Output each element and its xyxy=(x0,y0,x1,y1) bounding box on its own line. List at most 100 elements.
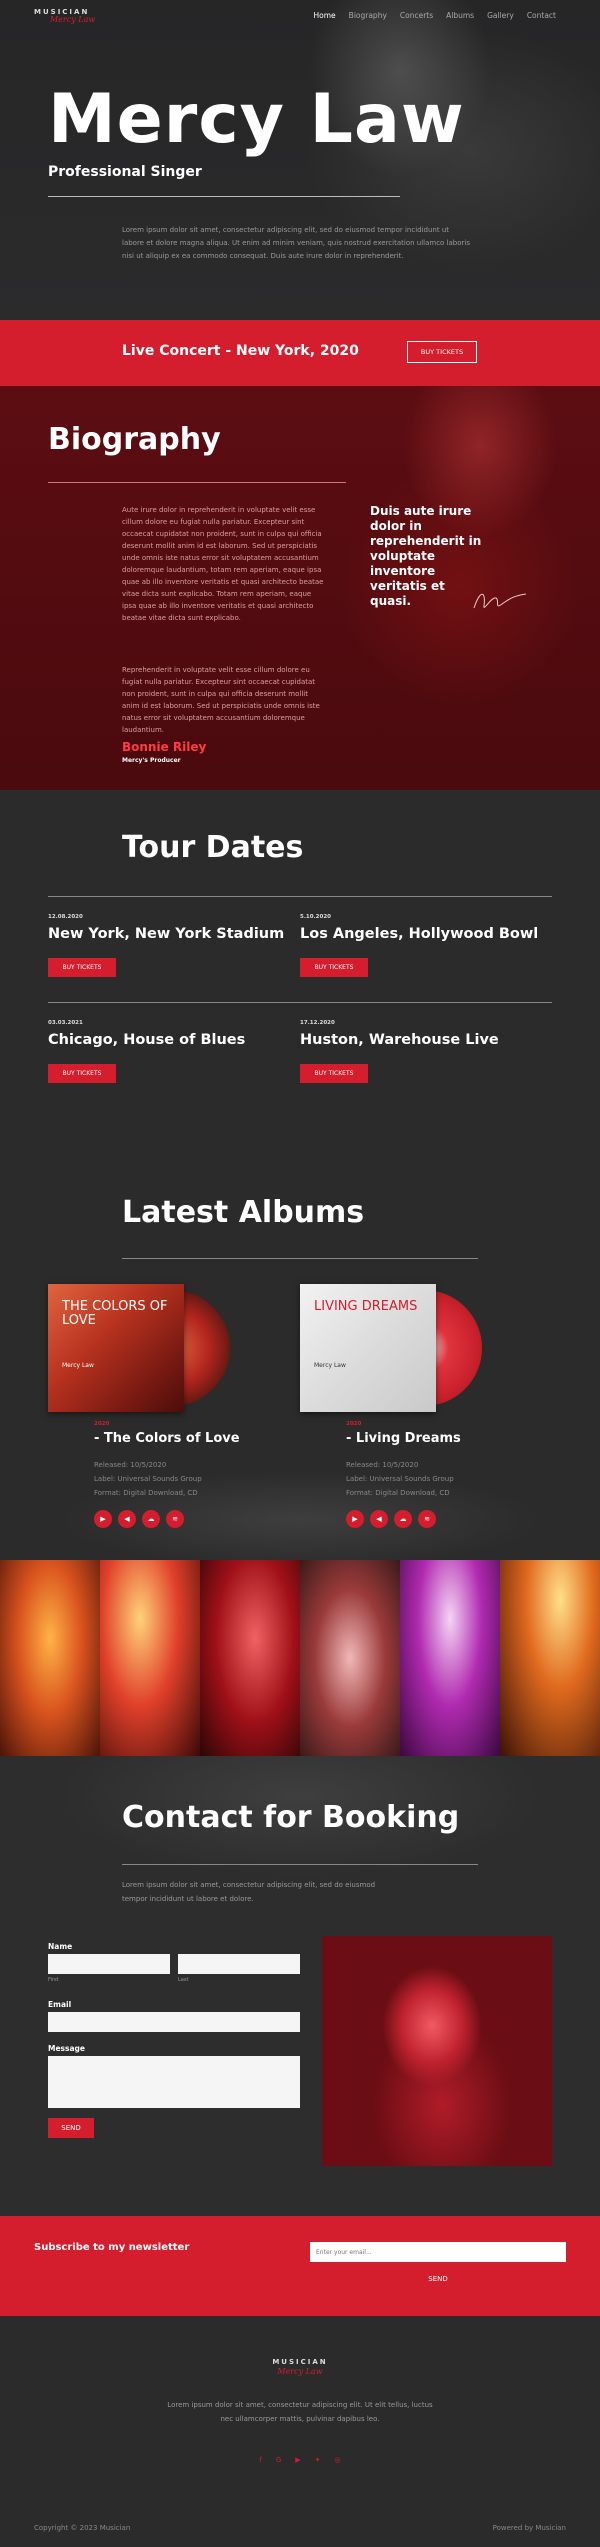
biography-quote: Duis aute irure dolor in reprehenderit i… xyxy=(370,504,482,608)
tour-divider xyxy=(48,1002,552,1003)
last-name-sublabel: Last xyxy=(178,1977,189,1983)
nav-home[interactable]: Home xyxy=(314,11,336,20)
albums-section: Latest Albums THE COLORS OF LOVE Mercy L… xyxy=(0,1140,600,1560)
nav-biography[interactable]: Biography xyxy=(349,11,387,20)
main-nav: Home Biography Concerts Albums Gallery C… xyxy=(314,11,556,20)
tour-buy-tickets-button[interactable]: BUY TICKETS xyxy=(48,958,116,977)
concert-banner: Live Concert - New York, 2020 BUY TICKET… xyxy=(0,320,600,386)
album-year: 2020 xyxy=(94,1421,110,1427)
gallery-image[interactable] xyxy=(400,1560,500,1756)
gallery-image[interactable] xyxy=(500,1560,600,1756)
instagram-icon[interactable]: ◎ xyxy=(335,2456,341,2464)
logo-script: Mercy Law xyxy=(50,15,96,24)
email-label: Email xyxy=(48,2000,72,2009)
tour-buy-tickets-button[interactable]: BUY TICKETS xyxy=(300,958,368,977)
gallery-image[interactable] xyxy=(100,1560,200,1756)
message-field[interactable] xyxy=(48,2056,300,2108)
newsletter-send-button[interactable]: SEND xyxy=(310,2270,566,2288)
biography-title: Biography xyxy=(48,422,221,457)
tour-venue: Huston, Warehouse Live xyxy=(300,1032,499,1048)
album-label: Label: Universal Sounds Group xyxy=(346,1475,454,1483)
album-info: Released: 10/5/2020 Label: Universal Sou… xyxy=(346,1458,546,1500)
spotify-icon[interactable]: ≋ xyxy=(166,1510,184,1528)
album-card: LIVING DREAMS Mercy Law 2020 - Living Dr… xyxy=(300,1284,540,1528)
footer-text: Lorem ipsum dolor sit amet, consectetur … xyxy=(167,2401,433,2423)
send-button[interactable]: SEND xyxy=(48,2118,94,2138)
cover-artist: Mercy Law xyxy=(314,1362,346,1369)
hero-title: Mercy Law xyxy=(48,80,465,159)
nav-contact[interactable]: Contact xyxy=(527,11,556,20)
album-released: Released: 10/5/2020 xyxy=(346,1461,419,1469)
album-cover: THE COLORS OF LOVE Mercy Law xyxy=(48,1284,184,1412)
gallery-image[interactable] xyxy=(300,1560,400,1756)
album-meta: 2020 - Living Dreams Released: 10/5/2020… xyxy=(346,1421,546,1528)
tour-buy-tickets-button[interactable]: BUY TICKETS xyxy=(300,1064,368,1083)
album-year: 2020 xyxy=(346,1421,362,1427)
album-artwork[interactable]: THE COLORS OF LOVE Mercy Law xyxy=(48,1284,230,1412)
last-name-field[interactable] xyxy=(178,1954,300,1974)
twitter-icon[interactable]: ✦ xyxy=(315,2456,321,2464)
footer-logo-script: Mercy Law xyxy=(277,2367,323,2376)
tour-date: 17.12.2020 xyxy=(300,1020,335,1026)
footer-logo-text: MUSICIAN xyxy=(272,2358,328,2366)
hero-section: MUSICIAN Mercy Law Home Biography Concer… xyxy=(0,0,600,320)
play-icon[interactable]: ▶ xyxy=(346,1510,364,1528)
tour-item: 5.10.2020 Los Angeles, Hollywood Bowl BU… xyxy=(300,914,560,977)
first-name-field[interactable] xyxy=(48,1954,170,1974)
message-label: Message xyxy=(48,2044,85,2053)
social-links: f G ▶ ✦ ◎ xyxy=(0,2456,600,2464)
album-label: Label: Universal Sounds Group xyxy=(94,1475,202,1483)
contact-title: Contact for Booking xyxy=(122,1800,460,1835)
biography-author: Bonnie Riley xyxy=(122,740,207,754)
concert-buy-tickets-button[interactable]: BUY TICKETS xyxy=(407,341,477,363)
footer-logo[interactable]: MUSICIAN Mercy Law xyxy=(0,2358,600,2376)
gallery-image[interactable] xyxy=(200,1560,300,1756)
tour-buy-tickets-button[interactable]: BUY TICKETS xyxy=(48,1064,116,1083)
tour-venue: Chicago, House of Blues xyxy=(48,1032,246,1048)
facebook-icon[interactable]: f xyxy=(259,2456,261,2464)
tour-item: 17.12.2020 Huston, Warehouse Live BUY TI… xyxy=(300,1020,560,1083)
hero-text: Lorem ipsum dolor sit amet, consectetur … xyxy=(122,226,470,260)
tour-venue: Los Angeles, Hollywood Bowl xyxy=(300,926,539,942)
tour-section: Tour Dates 12.08.2020 New York, New York… xyxy=(0,790,600,1140)
album-links: ▶ ◀ ☁ ≋ xyxy=(346,1510,546,1528)
nav-gallery[interactable]: Gallery xyxy=(487,11,514,20)
newsletter-title: Subscribe to my newsletter xyxy=(34,2242,190,2253)
cloud-icon[interactable]: ☁ xyxy=(394,1510,412,1528)
email-field[interactable] xyxy=(48,2012,300,2032)
nav-concerts[interactable]: Concerts xyxy=(400,11,433,20)
cloud-icon[interactable]: ☁ xyxy=(142,1510,160,1528)
cover-title: LIVING DREAMS xyxy=(314,1299,418,1314)
nav-albums[interactable]: Albums xyxy=(446,11,474,20)
biography-text: Aute irure dolor in reprehenderit in vol… xyxy=(122,506,324,622)
biography-author-role: Mercy's Producer xyxy=(122,757,181,764)
google-icon[interactable]: G xyxy=(276,2456,281,2464)
volume-icon[interactable]: ◀ xyxy=(370,1510,388,1528)
albums-divider xyxy=(122,1258,478,1259)
signature-icon xyxy=(473,593,527,609)
tour-title: Tour Dates xyxy=(122,830,304,865)
site-logo[interactable]: MUSICIAN Mercy Law xyxy=(34,8,95,24)
newsletter-email-input[interactable] xyxy=(310,2242,566,2262)
gallery-image[interactable] xyxy=(0,1560,100,1756)
youtube-icon[interactable]: ▶ xyxy=(295,2456,300,2464)
first-name-sublabel: First xyxy=(48,1977,59,1983)
album-card: THE COLORS OF LOVE Mercy Law 2020 - The … xyxy=(48,1284,288,1528)
footer: MUSICIAN Mercy Law Lorem ipsum dolor sit… xyxy=(0,2316,600,2547)
play-icon[interactable]: ▶ xyxy=(94,1510,112,1528)
album-released: Released: 10/5/2020 xyxy=(94,1461,167,1469)
tour-item: 12.08.2020 New York, New York Stadium BU… xyxy=(48,914,308,977)
contact-divider xyxy=(122,1864,478,1865)
tour-item: 03.03.2021 Chicago, House of Blues BUY T… xyxy=(48,1020,308,1083)
tour-date: 03.03.2021 xyxy=(48,1020,83,1026)
concert-title: Live Concert - New York, 2020 xyxy=(122,343,359,359)
spotify-icon[interactable]: ≋ xyxy=(418,1510,436,1528)
copyright: Copyright © 2023 Musician xyxy=(34,2524,131,2532)
album-name: - The Colors of Love xyxy=(94,1431,240,1446)
album-links: ▶ ◀ ☁ ≋ xyxy=(94,1510,294,1528)
album-cover: LIVING DREAMS Mercy Law xyxy=(300,1284,436,1412)
album-artwork[interactable]: LIVING DREAMS Mercy Law xyxy=(300,1284,482,1412)
tour-venue: New York, New York Stadium xyxy=(48,926,285,942)
tour-date: 5.10.2020 xyxy=(300,914,331,920)
volume-icon[interactable]: ◀ xyxy=(118,1510,136,1528)
